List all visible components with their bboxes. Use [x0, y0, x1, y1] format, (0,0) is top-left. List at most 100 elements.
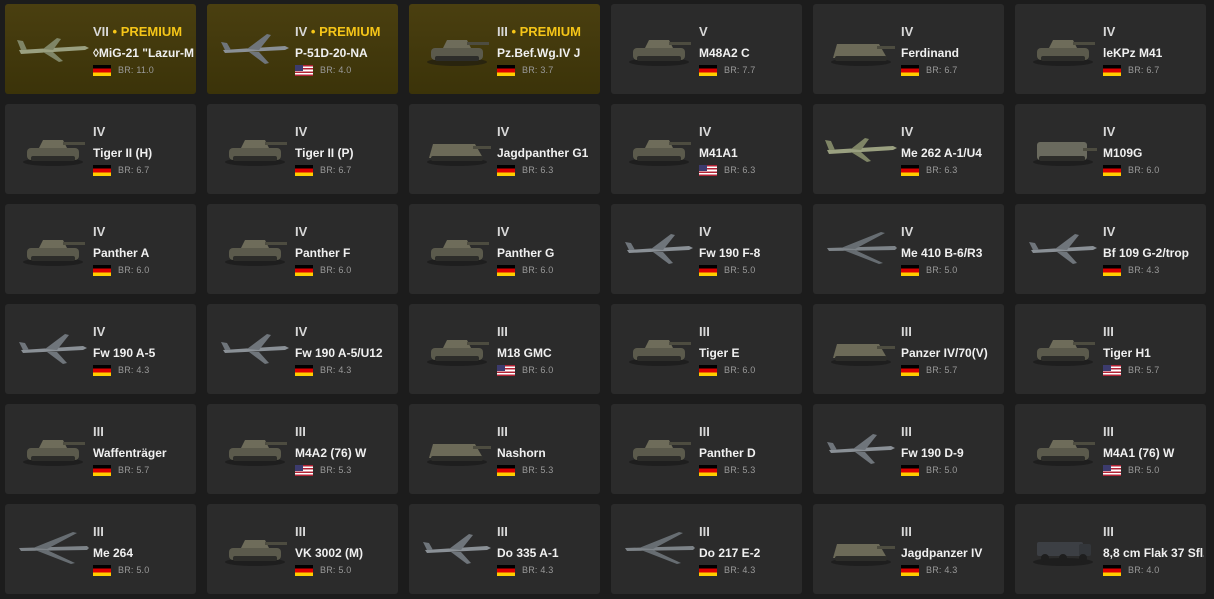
vehicle-card[interactable]: III Do 217 E-2 BR: 4.3 — [611, 504, 802, 594]
vehicle-card[interactable]: IV Bf 109 G-2/trop BR: 4.3 — [1015, 204, 1206, 294]
tier-label: IV — [901, 124, 914, 139]
vehicle-card[interactable]: III M4A2 (76) W BR: 5.3 — [207, 404, 398, 494]
germany-flag-icon — [699, 564, 717, 576]
vehicle-card[interactable]: III Fw 190 D-9 BR: 5.0 — [813, 404, 1004, 494]
battle-rating-label: BR: — [724, 365, 740, 375]
vehicle-card[interactable]: IV Tiger II (P) BR: 6.7 — [207, 104, 398, 194]
battle-rating-value: 5.0 — [1146, 465, 1160, 475]
vehicle-name: M4A1 (76) W — [1103, 446, 1175, 460]
tier-label: III — [901, 424, 912, 439]
battle-rating-label: BR: — [926, 165, 942, 175]
vehicle-card[interactable]: IV Jagdpanther G1 BR: 6.3 — [409, 104, 600, 194]
germany-flag-icon — [1103, 264, 1121, 276]
vehicle-info: IV Fw 190 A-5/U12 BR: 4.3 — [295, 324, 396, 376]
vehicle-meta: BR: 5.3 — [497, 464, 598, 476]
vehicle-info: III Nashorn BR: 5.3 — [497, 424, 598, 476]
vehicle-card[interactable]: IV • PREMIUM P-51D-20-NA BR: 4.0 — [207, 4, 398, 94]
vehicle-card[interactable]: III Waffenträger BR: 5.7 — [5, 404, 196, 494]
vehicle-meta: BR: 5.3 — [295, 464, 396, 476]
vehicle-card[interactable]: III 8,8 cm Flak 37 Sfl. BR: 4.0 — [1015, 504, 1206, 594]
vehicle-card[interactable]: VII • PREMIUM ◊MiG-21 "Lazur-M BR: 11.0 — [5, 4, 196, 94]
vehicle-info: IV Jagdpanther G1 BR: 6.3 — [497, 124, 598, 176]
battle-rating-label: BR: — [118, 65, 134, 75]
battle-rating-value: 6.0 — [338, 265, 352, 275]
vehicle-card[interactable]: V M48A2 C BR: 7.7 — [611, 4, 802, 94]
vehicle-tier: III — [1103, 324, 1204, 340]
vehicle-card[interactable]: IV leKPz M41 BR: 6.7 — [1015, 4, 1206, 94]
vehicle-tier: IV — [93, 224, 194, 240]
vehicle-card[interactable]: III M18 GMC BR: 6.0 — [409, 304, 600, 394]
vehicle-tier: IV — [699, 224, 800, 240]
tank-icon — [13, 222, 93, 270]
battle-rating: BR: 6.7 — [118, 165, 149, 175]
battle-rating: BR: 6.0 — [522, 365, 553, 375]
germany-flag-icon — [93, 164, 111, 176]
vehicle-info: IV Panther F BR: 6.0 — [295, 224, 396, 276]
vehicle-tier: IV • PREMIUM — [295, 24, 396, 40]
battle-rating-label: BR: — [724, 65, 740, 75]
vehicle-card[interactable]: III Nashorn BR: 5.3 — [409, 404, 600, 494]
vehicle-card[interactable]: III Tiger H1 BR: 5.7 — [1015, 304, 1206, 394]
tank-destroyer-icon — [417, 422, 497, 470]
vehicle-card[interactable]: III M4A1 (76) W BR: 5.0 — [1015, 404, 1206, 494]
battle-rating-label: BR: — [320, 165, 336, 175]
vehicle-card[interactable]: IV Panther F BR: 6.0 — [207, 204, 398, 294]
battle-rating: BR: 6.0 — [320, 265, 351, 275]
vehicle-card[interactable]: IV M109G BR: 6.0 — [1015, 104, 1206, 194]
bomber-icon — [619, 522, 699, 570]
battle-rating-value: 5.7 — [136, 465, 150, 475]
vehicle-card[interactable]: IV Me 262 A-1/U4 BR: 6.3 — [813, 104, 1004, 194]
tank-icon — [417, 22, 497, 70]
vehicle-tier: III • PREMIUM — [497, 24, 598, 40]
vehicle-card[interactable]: IV Ferdinand BR: 6.7 — [813, 4, 1004, 94]
vehicle-card[interactable]: III Tiger E BR: 6.0 — [611, 304, 802, 394]
battle-rating-label: BR: — [926, 565, 942, 575]
battle-rating: BR: 6.3 — [724, 165, 755, 175]
tank-icon — [215, 122, 295, 170]
tier-label: IV — [93, 124, 106, 139]
vehicle-card[interactable]: IV Panther G BR: 6.0 — [409, 204, 600, 294]
tier-label: IV — [901, 224, 914, 239]
vehicle-card[interactable]: IV Panther A BR: 6.0 — [5, 204, 196, 294]
vehicle-card[interactable]: III Panzer IV/70(V) BR: 5.7 — [813, 304, 1004, 394]
vehicle-name: Me 410 B-6/R3 — [901, 246, 983, 260]
vehicle-name: Fw 190 D-9 — [901, 446, 964, 460]
vehicle-info: III Fw 190 D-9 BR: 5.0 — [901, 424, 1002, 476]
vehicle-card[interactable]: III VK 3002 (M) BR: 5.0 — [207, 504, 398, 594]
germany-flag-icon — [93, 464, 111, 476]
battle-rating-label: BR: — [724, 465, 740, 475]
tank-icon — [1023, 422, 1103, 470]
battle-rating: BR: 6.7 — [1128, 65, 1159, 75]
vehicle-card[interactable]: III Jagdpanzer IV BR: 4.3 — [813, 504, 1004, 594]
battle-rating-value: 5.7 — [944, 365, 958, 375]
vehicle-card[interactable]: III • PREMIUM Pz.Bef.Wg.IV J BR: 3.7 — [409, 4, 600, 94]
vehicle-name: Panther F — [295, 246, 351, 260]
battle-rating-value: 6.0 — [742, 365, 756, 375]
vehicle-info: IV Ferdinand BR: 6.7 — [901, 24, 1002, 76]
germany-flag-icon — [497, 64, 515, 76]
vehicle-card[interactable]: IV Fw 190 A-5 BR: 4.3 — [5, 304, 196, 394]
battle-rating-label: BR: — [522, 265, 538, 275]
tier-label: III — [497, 324, 508, 339]
battle-rating-label: BR: — [1128, 265, 1144, 275]
vehicle-card[interactable]: III Panther D BR: 5.3 — [611, 404, 802, 494]
vehicle-meta: BR: 11.0 — [93, 64, 194, 76]
vehicle-card[interactable]: IV Fw 190 A-5/U12 BR: 4.3 — [207, 304, 398, 394]
vehicle-card[interactable]: IV Fw 190 F-8 BR: 5.0 — [611, 204, 802, 294]
battle-rating-value: 6.3 — [742, 165, 756, 175]
tier-label: III — [901, 324, 912, 339]
bomber-icon — [13, 522, 93, 570]
vehicle-card[interactable]: III Me 264 BR: 5.0 — [5, 504, 196, 594]
vehicle-card[interactable]: IV Me 410 B-6/R3 BR: 5.0 — [813, 204, 1004, 294]
germany-flag-icon — [901, 164, 919, 176]
battle-rating: BR: 6.3 — [522, 165, 553, 175]
vehicle-tier: III — [901, 324, 1002, 340]
vehicle-card[interactable]: IV Tiger II (H) BR: 6.7 — [5, 104, 196, 194]
vehicle-card[interactable]: IV M41A1 BR: 6.3 — [611, 104, 802, 194]
vehicle-card[interactable]: III Do 335 A-1 BR: 4.3 — [409, 504, 600, 594]
usa-flag-icon — [699, 164, 717, 176]
germany-flag-icon — [93, 564, 111, 576]
tank-destroyer-icon — [821, 522, 901, 570]
usa-flag-icon — [497, 364, 515, 376]
tier-label: III — [1103, 424, 1114, 439]
